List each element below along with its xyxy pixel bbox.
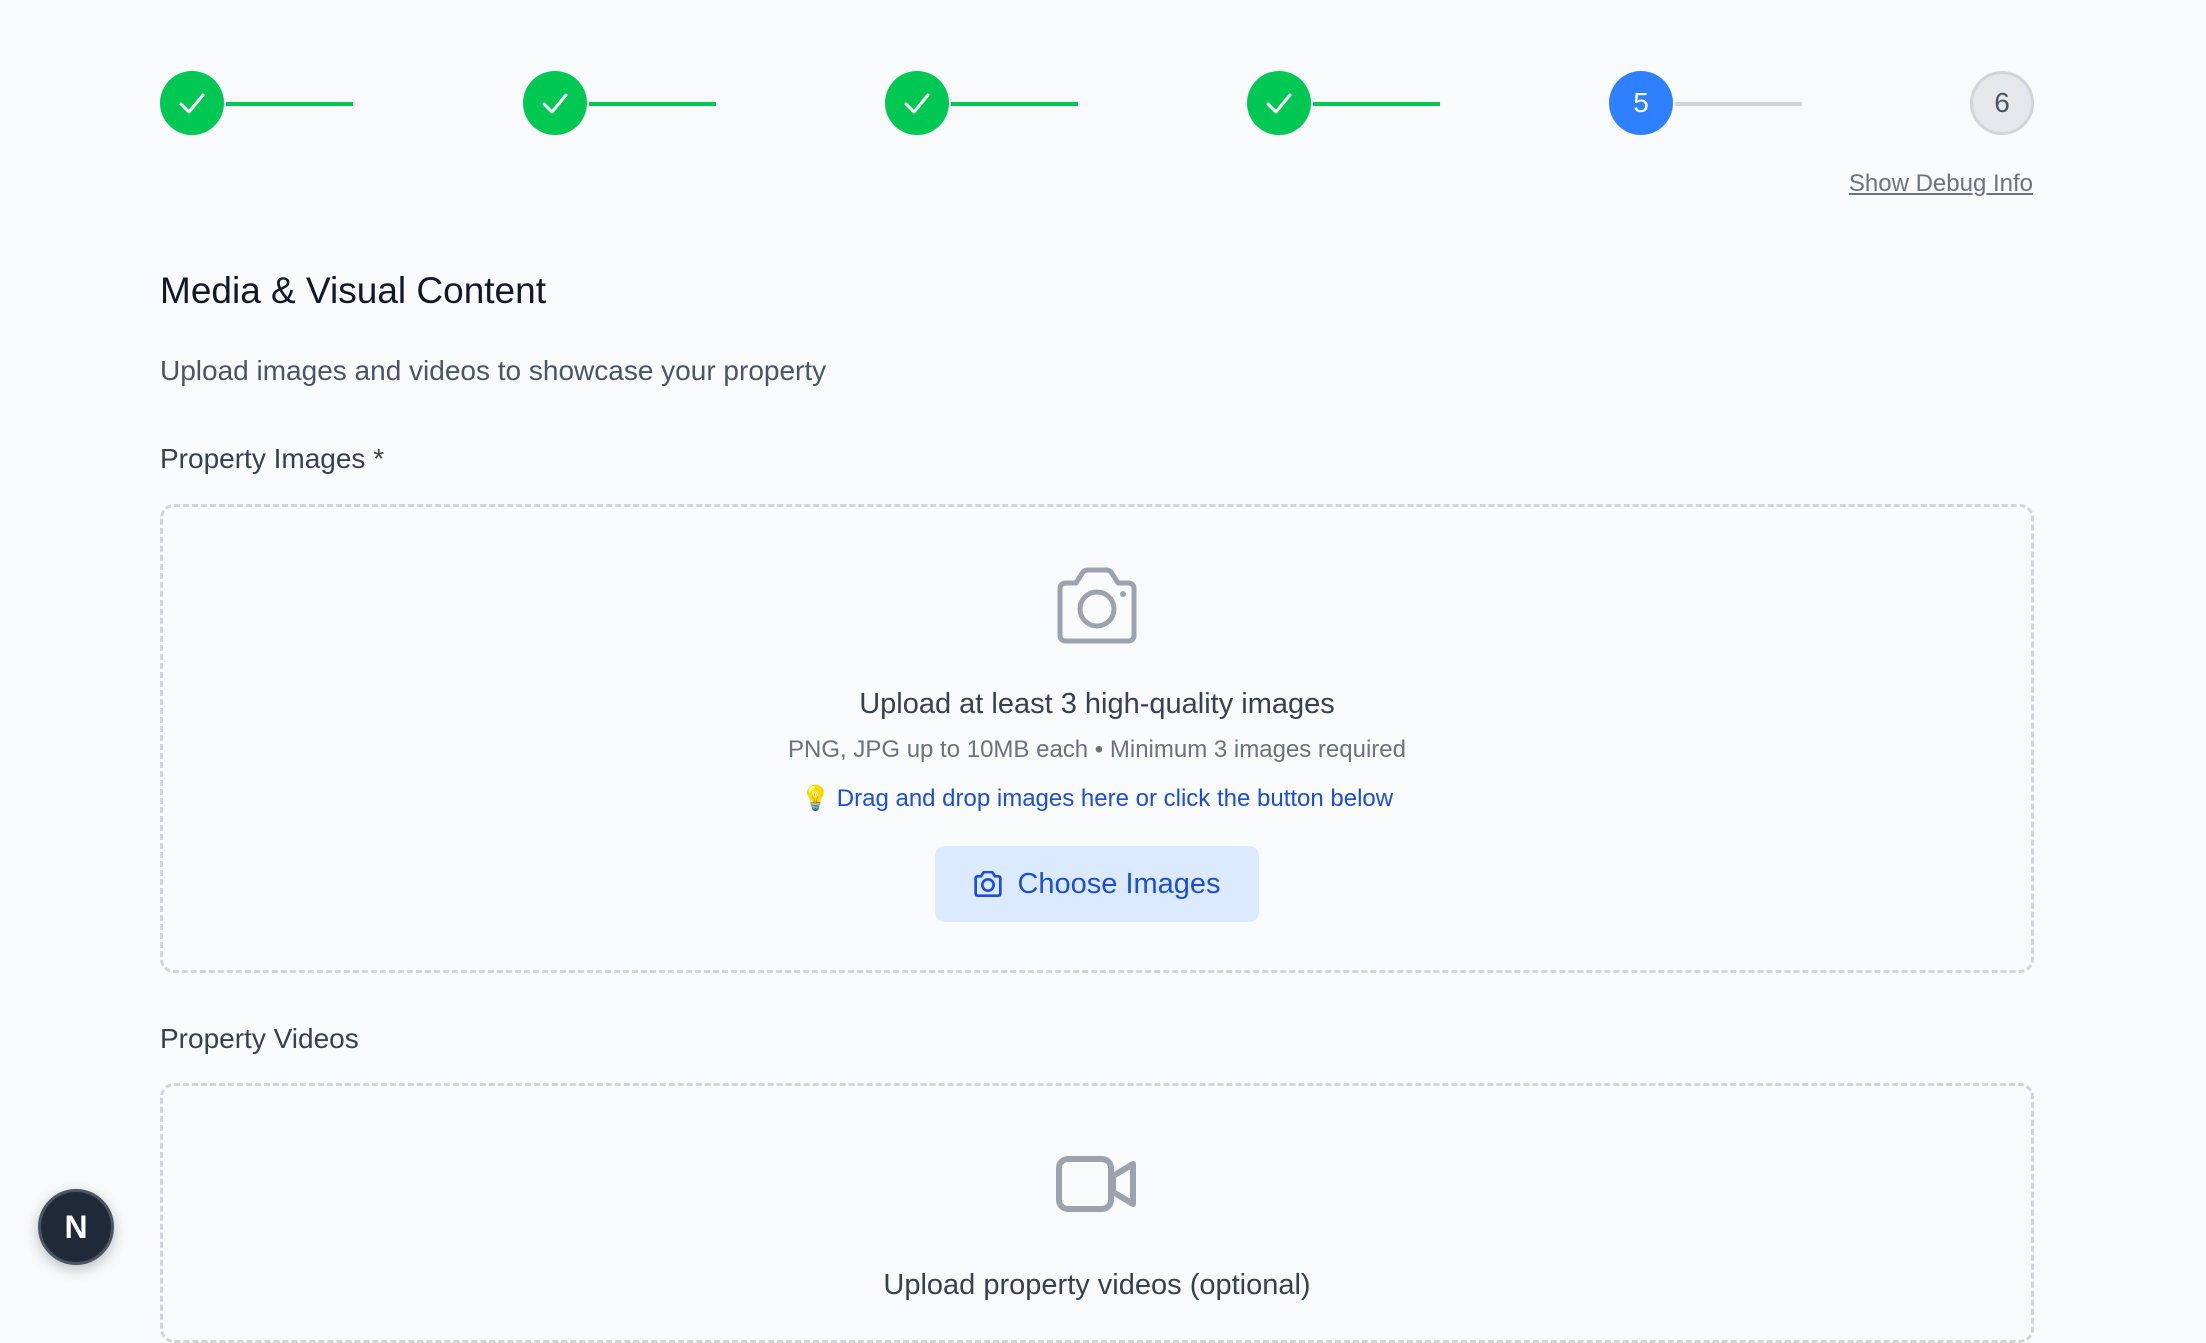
- check-icon: [904, 93, 930, 114]
- step-connector-3: [951, 102, 1078, 106]
- check-icon: [1266, 93, 1292, 114]
- step-connector-2: [589, 102, 716, 106]
- camera-icon: [1057, 567, 1137, 644]
- step-5-circle: 5: [1609, 71, 1673, 135]
- step-connector-5: [1675, 102, 1802, 106]
- page: 5 6 Show Debug Info Media & Visual Conte…: [0, 0, 2206, 1343]
- video-icon: [1056, 1156, 1136, 1212]
- step-6[interactable]: 6: [1970, 71, 2036, 137]
- images-dropzone-title: Upload at least 3 high-quality images: [859, 688, 1335, 720]
- step-3-circle: [885, 71, 949, 135]
- step-6-circle: 6: [1970, 71, 2034, 135]
- step-connector-4: [1313, 102, 1440, 106]
- step-4-circle: [1247, 71, 1311, 135]
- step-1-circle: [160, 71, 224, 135]
- step-2-circle: [523, 71, 587, 135]
- camera-icon: [974, 871, 1003, 897]
- step-connector-1: [226, 102, 353, 106]
- step-2[interactable]: [523, 71, 589, 137]
- property-images-label: Property Images *: [160, 443, 385, 474]
- check-icon: [179, 93, 205, 114]
- images-dropzone-hint-text: Drag and drop images here or click the b…: [836, 785, 1394, 812]
- step-5[interactable]: 5: [1609, 71, 1675, 137]
- lightbulb-icon: 💡: [800, 785, 831, 812]
- progress-stepper: 5 6: [160, 71, 2034, 137]
- videos-dropzone-title: Upload property videos (optional): [883, 1269, 1311, 1301]
- step-3[interactable]: [885, 71, 951, 137]
- images-dropzone-subtitle: PNG, JPG up to 10MB each • Minimum 3 ima…: [788, 736, 1406, 763]
- choose-images-label: Choose Images: [1017, 867, 1221, 900]
- choose-images-button[interactable]: Choose Images: [935, 846, 1259, 922]
- show-debug-info-link[interactable]: Show Debug Info: [1849, 170, 2033, 198]
- step-1[interactable]: [160, 71, 226, 137]
- dev-tools-badge[interactable]: N: [38, 1189, 114, 1265]
- check-icon: [542, 93, 568, 114]
- section-description: Upload images and videos to showcase you…: [160, 355, 827, 386]
- videos-dropzone[interactable]: Upload property videos (optional): [160, 1083, 2034, 1343]
- section-title: Media & Visual Content: [160, 270, 546, 311]
- images-dropzone-hint: 💡 Drag and drop images here or click the …: [163, 784, 2031, 813]
- images-dropzone[interactable]: Upload at least 3 high-quality images PN…: [160, 504, 2034, 973]
- property-videos-label: Property Videos: [160, 1023, 359, 1054]
- step-4[interactable]: [1247, 71, 1313, 137]
